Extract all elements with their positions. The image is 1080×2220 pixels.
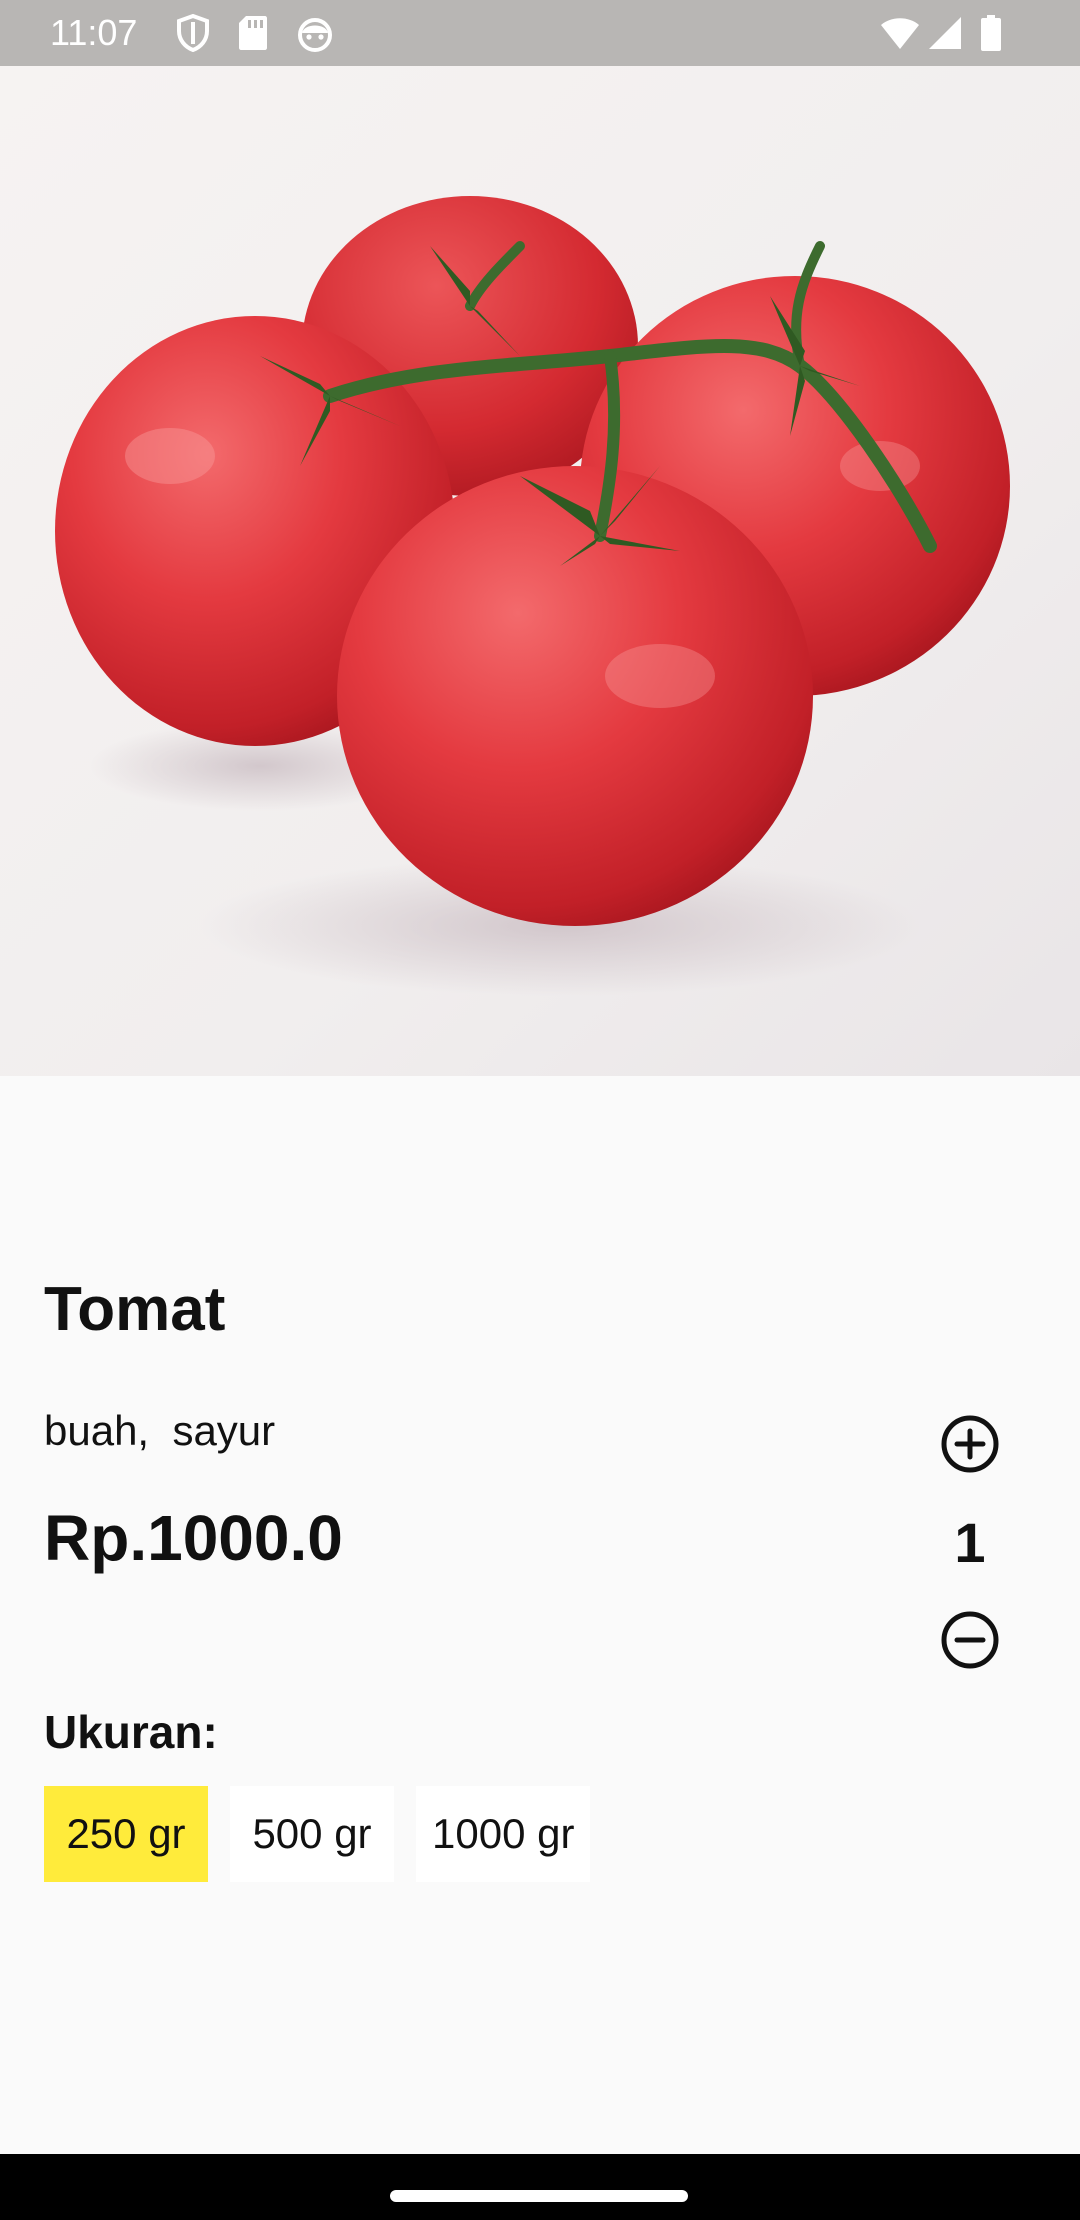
battery-icon [981, 15, 1001, 51]
plus-circle-icon[interactable] [938, 1412, 1002, 1476]
wifi-icon [881, 18, 919, 49]
sd-card-icon [239, 16, 267, 50]
product-categories: buah, sayur [44, 1407, 276, 1454]
quantity-value: 1 [954, 1511, 986, 1574]
navigation-bar [0, 2154, 1080, 2220]
size-label: Ukuran: [44, 1706, 218, 1758]
tomatoes-image [0, 66, 1080, 1076]
size-option-500[interactable]: 500 gr [230, 1786, 394, 1882]
product-price: Rp.1000.0 [44, 1502, 343, 1574]
status-time: 11:07 [50, 12, 138, 53]
status-bar: 11:07 [0, 0, 1080, 66]
product-image [0, 66, 1080, 1076]
product-name: Tomat [44, 1275, 226, 1344]
cell-signal-icon [929, 17, 961, 49]
minus-circle-icon[interactable] [938, 1608, 1002, 1672]
size-options: 250 gr 500 gr 1000 gr [44, 1786, 591, 1882]
home-handle[interactable] [390, 2190, 688, 2202]
android-face-icon [298, 18, 332, 52]
shield-icon [177, 14, 209, 52]
size-option-1000[interactable]: 1000 gr [416, 1786, 591, 1882]
size-option-250[interactable]: 250 gr [44, 1786, 208, 1882]
